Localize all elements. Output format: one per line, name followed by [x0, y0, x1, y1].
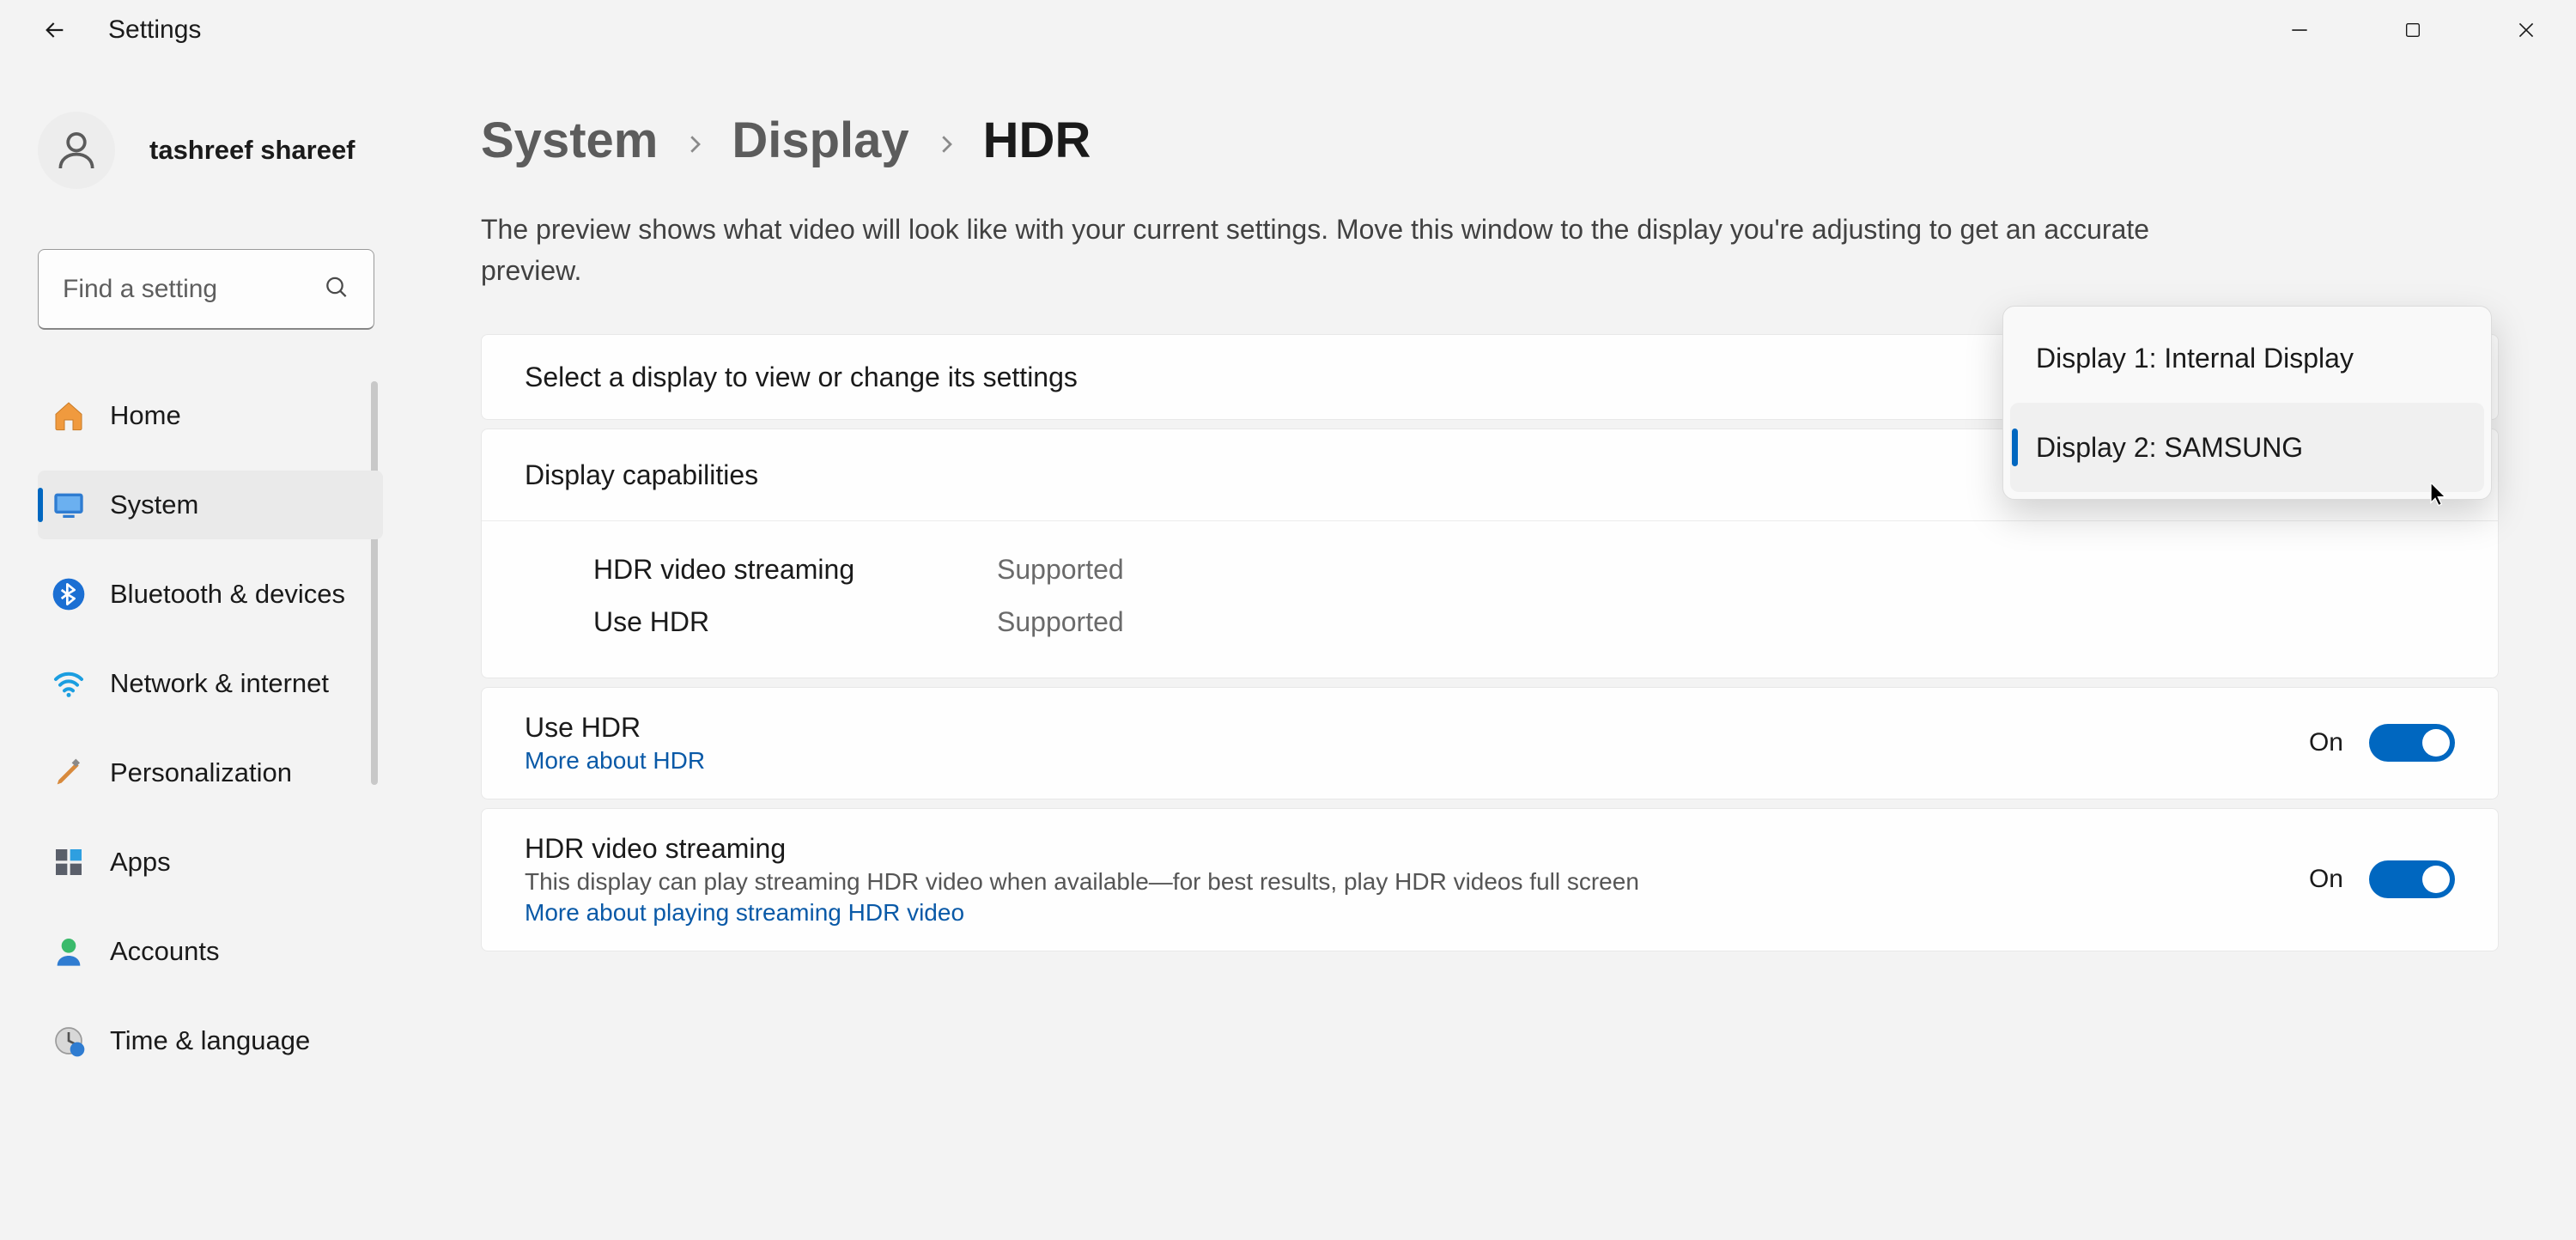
sidebar-item-label: Apps — [110, 847, 171, 878]
minimize-button[interactable] — [2260, 4, 2339, 56]
capabilities-body: HDR video streaming Supported Use HDR Su… — [482, 520, 2498, 678]
breadcrumb-current: HDR — [983, 112, 1091, 169]
maximize-button[interactable] — [2373, 4, 2452, 56]
close-button[interactable] — [2487, 4, 2566, 56]
apps-icon — [52, 845, 86, 879]
display-select-popup: Display 1: Internal Display Display 2: S… — [2002, 306, 2492, 500]
bluetooth-icon — [52, 577, 86, 611]
close-icon — [2515, 19, 2537, 41]
toggle-state-label: On — [2309, 728, 2343, 757]
breadcrumb: System Display HDR — [481, 112, 2499, 169]
sidebar-item-label: Time & language — [110, 1025, 310, 1056]
sidebar-item-bluetooth[interactable]: Bluetooth & devices — [38, 560, 383, 629]
breadcrumb-system[interactable]: System — [481, 112, 658, 169]
setting-control: On — [2309, 724, 2455, 762]
titlebar-left: Settings — [36, 11, 201, 49]
sidebar-item-label: Home — [110, 400, 181, 431]
sidebar-item-label: Network & internet — [110, 668, 329, 699]
clock-globe-icon — [52, 1024, 86, 1058]
capability-row: Use HDR Supported — [593, 596, 2455, 648]
app-title: Settings — [108, 15, 201, 45]
more-about-hdr-link[interactable]: More about HDR — [525, 747, 705, 775]
display-option-1[interactable]: Display 1: Internal Display — [2010, 313, 2484, 403]
sidebar-item-label: System — [110, 489, 198, 520]
more-about-streaming-link[interactable]: More about playing streaming HDR video — [525, 899, 1639, 927]
sidebar-item-apps[interactable]: Apps — [38, 828, 383, 897]
display-option-label: Display 1: Internal Display — [2036, 343, 2354, 374]
chevron-right-icon — [933, 112, 959, 169]
display-selector-label: Select a display to view or change its s… — [525, 362, 1078, 393]
titlebar: Settings — [0, 0, 2576, 60]
sidebar-item-personalization[interactable]: Personalization — [38, 739, 383, 807]
sidebar-item-home[interactable]: Home — [38, 381, 383, 450]
capability-row: HDR video streaming Supported — [593, 544, 2455, 596]
toggle-knob — [2422, 729, 2450, 757]
capability-value: Supported — [997, 596, 1124, 648]
toggle-knob — [2422, 866, 2450, 893]
sidebar-item-time-language[interactable]: Time & language — [38, 1006, 383, 1075]
setting-subtitle: This display can play streaming HDR vide… — [525, 868, 1639, 896]
avatar — [38, 112, 115, 189]
setting-title: Use HDR — [525, 712, 705, 744]
capability-key: HDR video streaming — [593, 544, 928, 596]
search-container — [38, 249, 374, 330]
sidebar-nav: Home System Bluetooth & devices Network … — [38, 381, 383, 1075]
sidebar-item-accounts[interactable]: Accounts — [38, 917, 383, 986]
content-area: System Display HDR The preview shows wha… — [404, 60, 2576, 1240]
accounts-icon — [52, 934, 86, 969]
main-layout: tashreef shareef Home System — [0, 60, 2576, 1240]
use-hdr-toggle[interactable] — [2369, 724, 2455, 762]
setting-control: On — [2309, 860, 2455, 898]
person-icon — [52, 126, 100, 174]
breadcrumb-display[interactable]: Display — [732, 112, 908, 169]
setting-text: HDR video streaming This display can pla… — [525, 833, 1639, 927]
capability-key: Use HDR — [593, 596, 928, 648]
profile-block[interactable]: tashreef shareef — [38, 112, 383, 189]
sidebar-item-system[interactable]: System — [38, 471, 383, 539]
capabilities-title: Display capabilities — [525, 459, 758, 491]
window-controls — [2260, 4, 2566, 56]
sidebar-item-label: Personalization — [110, 757, 292, 788]
toggle-state-label: On — [2309, 865, 2343, 894]
home-icon — [52, 398, 86, 433]
sidebar-item-network[interactable]: Network & internet — [38, 649, 383, 718]
page-description: The preview shows what video will look l… — [481, 209, 2241, 291]
setting-text: Use HDR More about HDR — [525, 712, 705, 775]
chevron-right-icon — [682, 112, 708, 169]
capability-value: Supported — [997, 544, 1124, 596]
paintbrush-icon — [52, 756, 86, 790]
setting-title: HDR video streaming — [525, 833, 1639, 865]
maximize-icon — [2403, 21, 2422, 40]
display-option-2[interactable]: Display 2: SAMSUNG — [2010, 403, 2484, 492]
hdr-video-streaming-card: HDR video streaming This display can pla… — [481, 808, 2499, 951]
back-arrow-icon — [41, 16, 69, 44]
system-icon — [52, 488, 86, 522]
mouse-cursor-icon — [2430, 483, 2449, 513]
use-hdr-card: Use HDR More about HDR On — [481, 687, 2499, 799]
profile-name: tashreef shareef — [149, 135, 355, 166]
sidebar: tashreef shareef Home System — [0, 60, 404, 1240]
search-icon — [323, 274, 350, 306]
sidebar-item-label: Accounts — [110, 936, 220, 967]
wifi-icon — [52, 666, 86, 701]
back-button[interactable] — [36, 11, 74, 49]
sidebar-item-label: Bluetooth & devices — [110, 579, 345, 610]
minimize-icon — [2288, 19, 2311, 41]
hdr-streaming-toggle[interactable] — [2369, 860, 2455, 898]
display-option-label: Display 2: SAMSUNG — [2036, 432, 2303, 464]
